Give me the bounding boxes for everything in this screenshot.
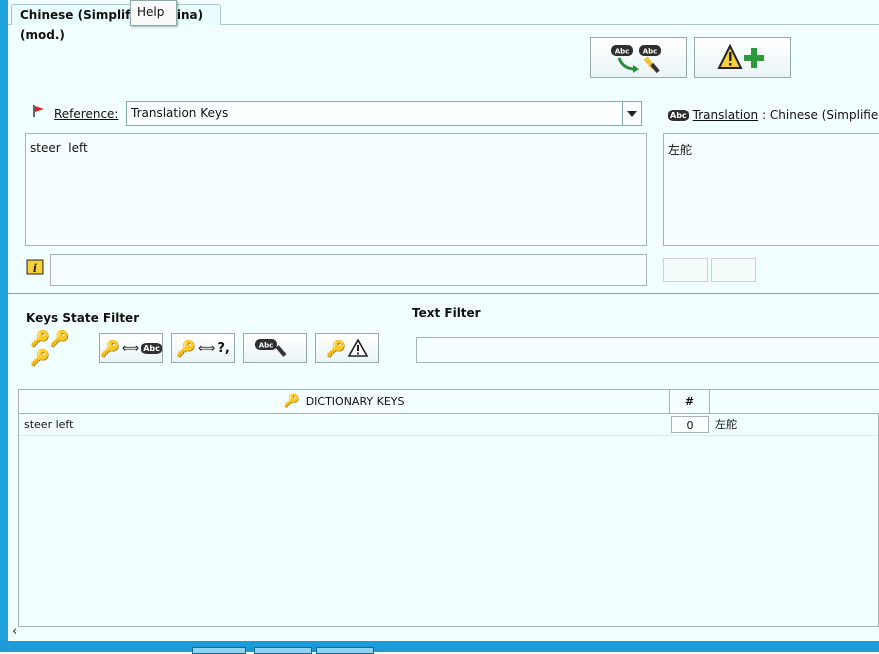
edited-keys-filter-button[interactable]: Abc <box>243 333 307 363</box>
editor-window: Chinese (Simplified, China) (mod.) Help … <box>8 0 879 641</box>
translation-label-link: Translation <box>692 108 759 122</box>
untranslated-keys-filter-button[interactable]: 🔑 ⟺?, <box>171 333 235 363</box>
row-translation-cell: 左舵 <box>715 418 737 431</box>
window-bottom-edge <box>0 640 879 652</box>
scroll-left-arrow[interactable]: ‹ <box>12 624 17 639</box>
all-keys-filter-button[interactable]: 🔑🔑🔑 <box>30 329 86 367</box>
reference-text-area[interactable]: steer left <box>25 133 647 246</box>
warning-add-icon <box>716 43 764 69</box>
warning-icon <box>347 339 368 357</box>
copy-reference-to-translation-button[interactable]: Abc Abc <box>590 37 687 78</box>
reference-label: Reference: <box>54 107 118 121</box>
warning-keys-filter-button[interactable]: 🔑 <box>315 333 379 363</box>
translation-label-suffix: : Chinese (Simplified, C <box>762 108 879 122</box>
dictionary-table: 🔑 DICTIONARY KEYS # steer left 0 左舵 <box>18 389 879 627</box>
svg-text:i: i <box>33 262 37 275</box>
text-filter-label: Text Filter <box>412 306 481 320</box>
arrows-icon: ⟺ <box>198 341 216 355</box>
abc-icon: Abc <box>668 109 689 121</box>
taskbar-button-1[interactable] <box>192 647 246 654</box>
translation-text: 左舵 <box>668 143 693 157</box>
disabled-button-2[interactable] <box>711 258 756 282</box>
key-icon: 🔑 <box>326 338 346 358</box>
abc-to-abc-icon: Abc Abc <box>610 44 661 73</box>
abc-icon: Abc <box>141 342 162 354</box>
text-filter-input[interactable] <box>416 337 879 363</box>
keys-state-filter-label: Keys State Filter <box>26 311 140 325</box>
abc-badge-text: Abc <box>259 342 274 350</box>
add-warning-button[interactable] <box>694 37 791 78</box>
abc-badge-text: Abc <box>614 47 629 55</box>
row-key-cell: steer left <box>24 418 74 431</box>
row-count-cell: 0 <box>671 416 709 433</box>
taskbar-button-3[interactable] <box>316 647 374 654</box>
key-icon: 🔑 <box>100 338 121 358</box>
table-row[interactable]: steer left 0 左舵 <box>19 415 878 436</box>
taskbar-button-2[interactable] <box>254 647 312 654</box>
chevron-down-icon[interactable] <box>622 102 641 125</box>
translation-label: Abc Translation: Chinese (Simplified, C <box>668 108 879 122</box>
reference-dropdown[interactable]: Translation Keys <box>126 101 642 126</box>
help-menu-label: Help <box>137 5 165 19</box>
comment-field[interactable] <box>50 254 647 286</box>
arrows-icon: ⟺ <box>122 341 140 355</box>
reference-label-text: Reference: <box>54 107 119 121</box>
window-edge <box>0 0 8 652</box>
tab-language[interactable]: Chinese (Simplified, China) (mod.) <box>11 4 221 42</box>
column-header-dictionary-keys-label: DICTIONARY KEYS <box>305 395 405 408</box>
key-icon: 🔑 <box>176 338 197 358</box>
disabled-button-1[interactable] <box>663 258 708 282</box>
key-icon: 🔑 <box>283 394 300 409</box>
info-icon: i <box>26 259 44 280</box>
column-header-dictionary-keys[interactable]: 🔑 DICTIONARY KEYS <box>19 390 670 414</box>
abc-edit-icon: Abc <box>255 339 287 357</box>
translation-text-area[interactable]: 左舵 <box>663 133 879 246</box>
section-divider <box>8 293 879 294</box>
reference-text: steer left <box>30 141 88 155</box>
reference-dropdown-value: Translation Keys <box>131 106 229 120</box>
flag-icon <box>32 104 46 121</box>
help-menu[interactable]: Help <box>130 0 177 26</box>
translated-keys-filter-button[interactable]: 🔑 ⟺ Abc <box>99 333 163 363</box>
column-header-translation[interactable] <box>710 390 879 414</box>
abc-badge-text: Abc <box>642 47 657 55</box>
question-icon: ?, <box>217 340 230 356</box>
column-header-count[interactable]: # <box>670 390 710 414</box>
keys-icon: 🔑🔑🔑 <box>30 329 70 367</box>
column-header-count-label: # <box>684 395 695 408</box>
